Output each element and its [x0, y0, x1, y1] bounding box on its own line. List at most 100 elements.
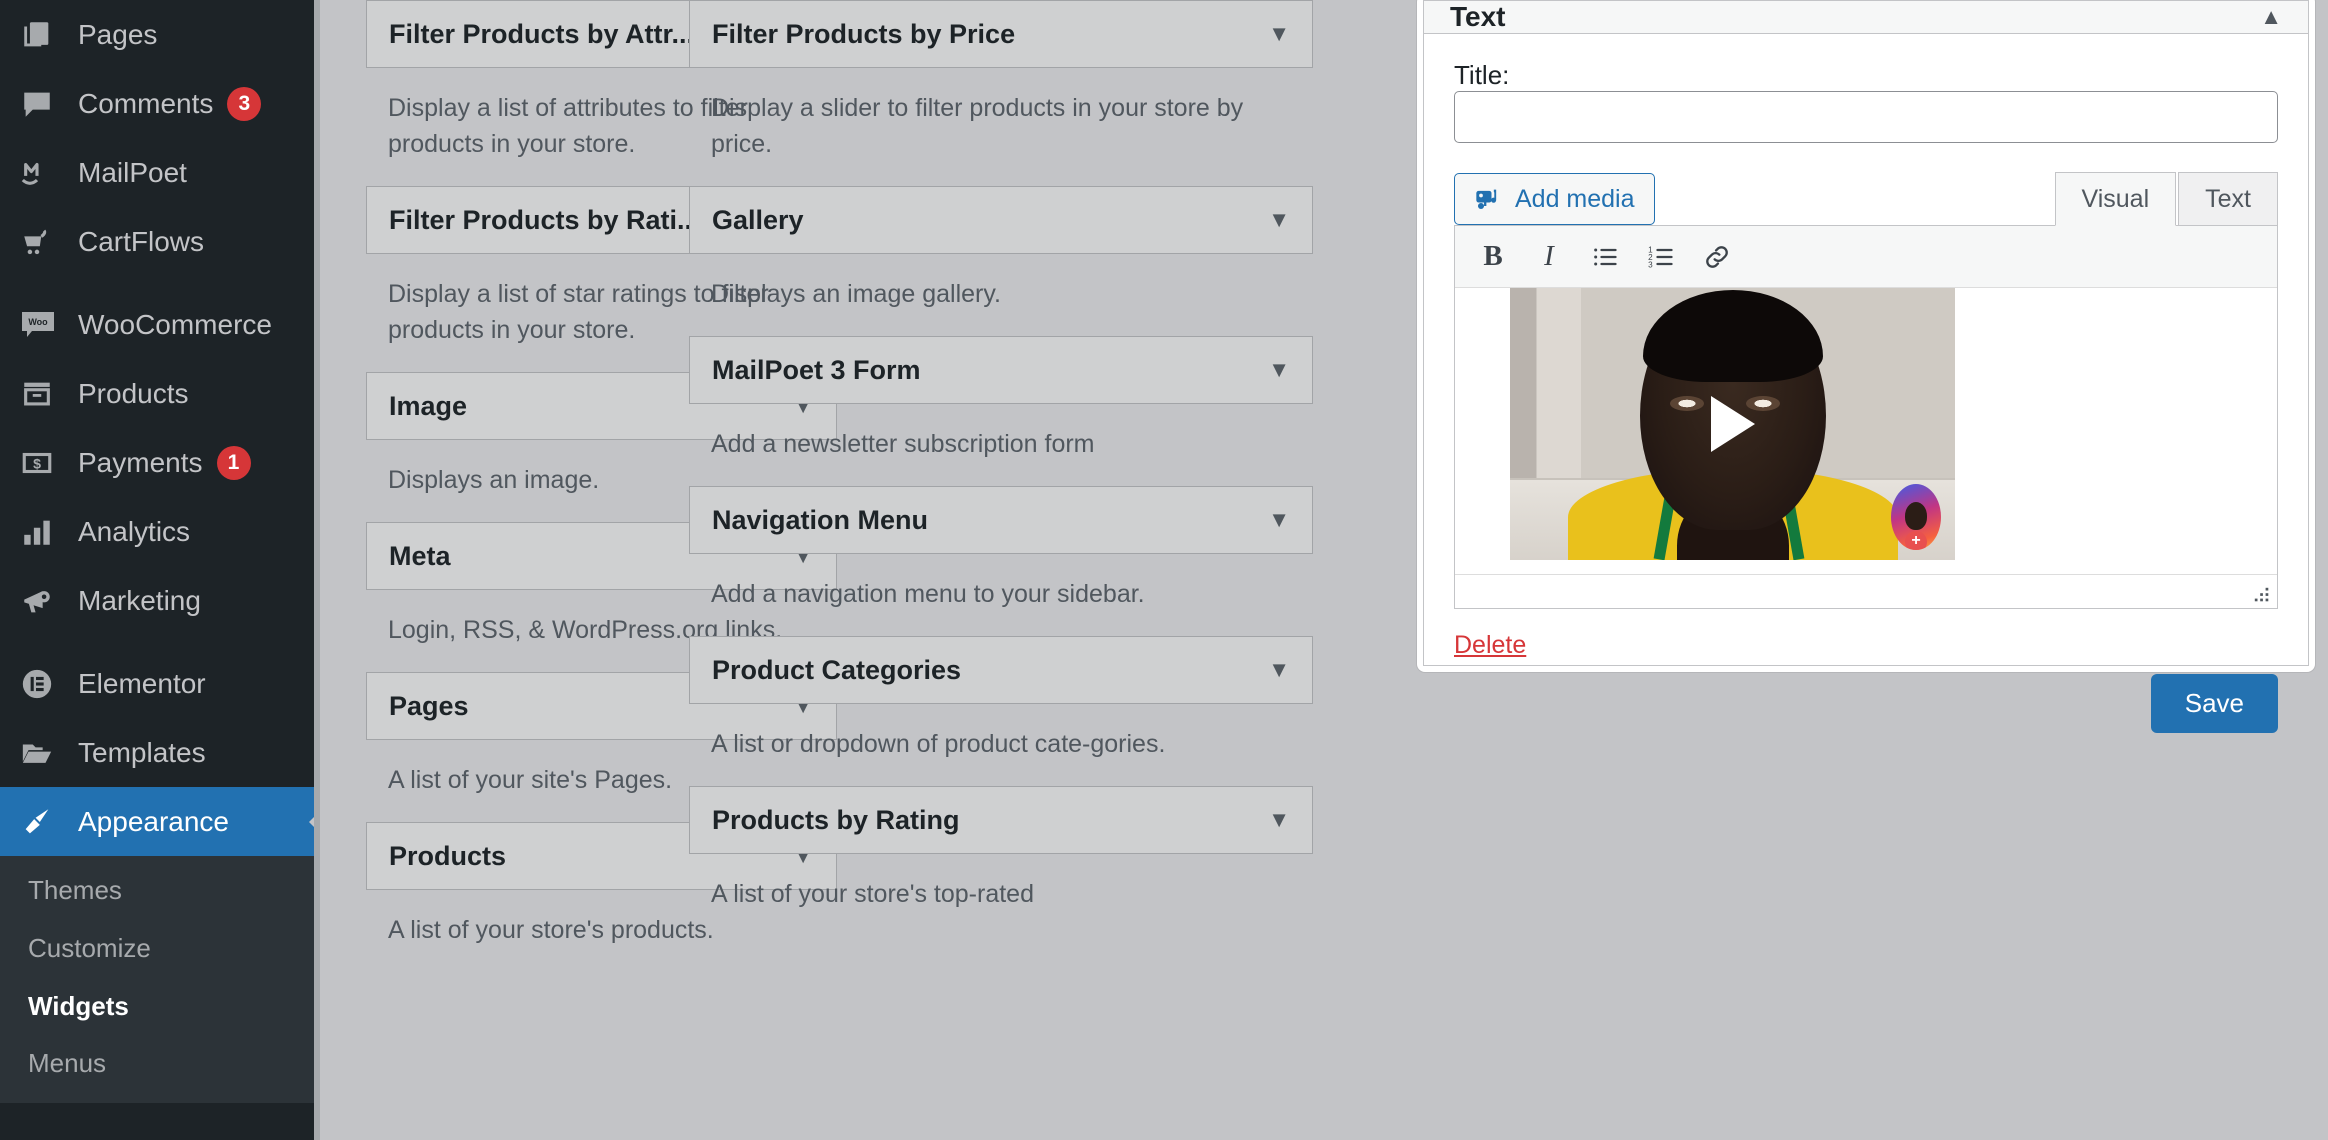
- editor-content-area[interactable]: +: [1455, 288, 2277, 574]
- resize-handle-icon[interactable]: [2253, 586, 2271, 604]
- title-field-label: Title:: [1454, 60, 1510, 90]
- widget-description: Add a navigation menu to your sidebar.: [711, 580, 1145, 608]
- sidebar-item-templates[interactable]: Templates: [0, 718, 320, 787]
- chevron-down-icon[interactable]: ▼: [1268, 359, 1290, 381]
- sidebar-item-pages[interactable]: Pages: [0, 0, 320, 69]
- sidebar-item-payments[interactable]: $ Payments 1: [0, 428, 320, 497]
- sidebar-item-label: CartFlows: [78, 225, 205, 257]
- widget-entry: MailPoet 3 Form ▼ Add a newsletter subsc…: [689, 336, 1313, 486]
- delete-link[interactable]: Delete: [1454, 631, 1526, 660]
- appearance-icon: [20, 802, 70, 842]
- link-icon[interactable]: [1689, 229, 1745, 285]
- widget-title: Products by Rating: [712, 804, 960, 835]
- sidebar-item-label: Elementor: [78, 667, 206, 699]
- admin-sidebar: Pages Comments 3 MailPoet CartFlows Woo …: [0, 0, 320, 1140]
- profile-avatar[interactable]: +: [1891, 484, 1941, 550]
- widget-handle[interactable]: Filter Products by Price ▼: [689, 0, 1313, 68]
- bold-glyph: B: [1483, 240, 1503, 272]
- embedded-video-preview[interactable]: +: [1510, 288, 1955, 560]
- widget-entry: Products by Rating ▼ A list of your stor…: [689, 786, 1313, 936]
- numbered-list-icon[interactable]: 1 2 3: [1633, 229, 1689, 285]
- bulleted-list-icon[interactable]: [1577, 229, 1633, 285]
- widget-handle[interactable]: Navigation Menu ▼: [689, 486, 1313, 554]
- panel-footer-links: Delete: [1424, 609, 2308, 660]
- cartflows-icon: [20, 222, 70, 262]
- panel-body: Title: Add media Visual Text B I 1 2 3 +: [1424, 34, 2308, 609]
- chevron-down-icon[interactable]: ▼: [1268, 809, 1290, 831]
- sidebar-item-elementor[interactable]: Elementor: [0, 649, 320, 718]
- sidebar-subitem-menus[interactable]: Menus: [0, 1035, 320, 1093]
- comments-icon: [20, 84, 70, 124]
- analytics-icon: [20, 512, 70, 552]
- sidebar-item-comments[interactable]: Comments 3: [0, 69, 320, 138]
- appearance-submenu: Themes Customize Widgets Menus: [0, 856, 320, 1104]
- save-button[interactable]: Save: [2150, 674, 2278, 733]
- widget-handle[interactable]: Products by Rating ▼: [689, 786, 1313, 854]
- widget-handle[interactable]: Gallery ▼: [689, 186, 1313, 254]
- chevron-down-icon[interactable]: ▼: [1268, 209, 1290, 231]
- available-widgets-grid: Filter Products by Attr... ▼ Display a l…: [366, 0, 1353, 1140]
- sidebar-separator: [0, 635, 320, 649]
- chevron-down-icon[interactable]: ▼: [1268, 23, 1290, 45]
- sidebar-item-label: Payments: [78, 446, 203, 478]
- sidebar-item-cartflows[interactable]: CartFlows: [0, 207, 320, 276]
- elementor-icon: [20, 664, 70, 704]
- bold-icon[interactable]: B: [1465, 229, 1521, 285]
- panel-header[interactable]: Text ▲: [1424, 1, 2308, 34]
- svg-text:Woo: Woo: [28, 317, 48, 327]
- payments-icon: $: [20, 443, 70, 483]
- widget-handle[interactable]: MailPoet 3 Form ▼: [689, 336, 1313, 404]
- sidebar-item-analytics[interactable]: Analytics: [0, 497, 320, 566]
- sidebar-separator: [0, 276, 320, 290]
- sidebar-item-label: Products: [78, 377, 189, 409]
- avatar-face: [1905, 502, 1927, 531]
- panel-title: Text: [1450, 1, 1506, 32]
- admin-screen: Pages Comments 3 MailPoet CartFlows Woo …: [0, 0, 2328, 1140]
- add-media-label: Add media: [1515, 184, 1635, 213]
- italic-glyph: I: [1544, 240, 1554, 272]
- widget-description: Display a slider to filter products in y…: [711, 94, 1244, 158]
- media-icon: [1474, 185, 1502, 213]
- sidebar-item-mailpoet[interactable]: MailPoet: [0, 138, 320, 207]
- widget-handle[interactable]: Product Categories ▼: [689, 636, 1313, 704]
- play-icon[interactable]: [1710, 396, 1755, 452]
- marketing-icon: [20, 581, 70, 621]
- sidebar-subitem-widgets[interactable]: Widgets: [0, 978, 320, 1036]
- text-editor: Add media Visual Text B I 1 2 3 +: [1454, 169, 2278, 609]
- widget-title: Filter Products by Price: [712, 18, 1016, 49]
- sidebar-item-label: Comments: [78, 87, 214, 119]
- pages-icon: [20, 15, 70, 55]
- sidebar-subitem-customize[interactable]: Customize: [0, 920, 320, 978]
- follow-plus-icon[interactable]: +: [1905, 531, 1927, 550]
- sidebar-item-products[interactable]: Products: [0, 359, 320, 428]
- widget-description: Displays an image gallery.: [711, 280, 1001, 308]
- panel-inner: Text ▲ Title: Add media Visual Text B I …: [1423, 0, 2309, 733]
- add-media-button[interactable]: Add media: [1454, 173, 1655, 225]
- payments-badge: 1: [216, 445, 251, 480]
- sidebar-item-marketing[interactable]: Marketing: [0, 566, 320, 635]
- widget-description: Add a newsletter subscription form: [711, 430, 1095, 458]
- sidebar-item-label: Pages: [78, 18, 158, 50]
- tab-text[interactable]: Text: [2178, 172, 2278, 226]
- chevron-down-icon[interactable]: ▼: [1268, 509, 1290, 531]
- sidebar-item-label: Marketing: [78, 584, 201, 616]
- widget-entry: Gallery ▼ Displays an image gallery.: [689, 186, 1313, 336]
- sidebar-item-woocommerce[interactable]: Woo WooCommerce: [0, 290, 320, 359]
- chevron-up-icon[interactable]: ▲: [2260, 4, 2282, 30]
- title-input[interactable]: [1454, 91, 2278, 143]
- sidebar-subitem-themes[interactable]: Themes: [0, 862, 320, 920]
- tab-visual[interactable]: Visual: [2054, 172, 2177, 226]
- sidebar-item-label: Appearance: [78, 805, 230, 837]
- sidebar-item-label: WooCommerce: [78, 308, 272, 340]
- video-subject-eye: [1670, 396, 1705, 411]
- sidebar-item-label: Templates: [78, 736, 206, 768]
- comments-badge: 3: [227, 86, 262, 121]
- editor-mode-tabs: Visual Text: [2054, 172, 2278, 226]
- chevron-down-icon[interactable]: ▼: [1268, 659, 1290, 681]
- sidebar-item-appearance[interactable]: Appearance: [0, 787, 320, 856]
- italic-icon[interactable]: I: [1521, 229, 1577, 285]
- widget-title: Navigation Menu: [712, 504, 929, 535]
- woocommerce-icon: Woo: [20, 305, 70, 345]
- editor-top-row: Add media Visual Text: [1454, 169, 2278, 226]
- mailpoet-icon: [20, 153, 70, 193]
